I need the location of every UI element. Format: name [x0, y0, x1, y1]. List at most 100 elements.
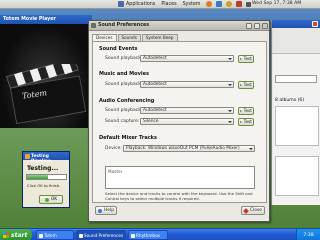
audio-conferencing-title: Audio Conferencing: [99, 98, 155, 104]
album-list[interactable]: [275, 106, 319, 146]
mixer-device-label: Device:: [105, 146, 122, 151]
network-launcher-icon[interactable]: [236, 1, 243, 7]
track-list[interactable]: [275, 156, 319, 196]
testing-titlebar[interactable]: Testing Pipeline: [23, 152, 69, 164]
close-button-label: Close: [250, 208, 262, 213]
window-icon: [131, 233, 135, 238]
taskbar: start Totem Sound Preferences Rhythmbox …: [0, 228, 320, 240]
test-button-label: Test: [243, 108, 252, 113]
ok-button[interactable]: OK: [39, 195, 63, 204]
conferencing-capture-select[interactable]: Silence: [140, 118, 234, 125]
mail-launcher-icon[interactable]: [216, 1, 223, 7]
browser-launcher-icon[interactable]: [206, 1, 213, 7]
music-movies-test-button[interactable]: Test: [238, 80, 254, 89]
sound-events-playback-select[interactable]: Autodetect: [140, 55, 234, 62]
testing-title: Testing Pipeline: [31, 153, 51, 164]
taskbar-item-totem[interactable]: Totem: [36, 230, 74, 240]
help-launcher-icon[interactable]: [226, 1, 233, 7]
tab-sounds[interactable]: Sounds: [117, 34, 141, 41]
sound-events-test-button[interactable]: Test: [238, 54, 254, 63]
close-icon[interactable]: [262, 23, 268, 29]
music-movies-playback-value: Autodetect: [143, 82, 167, 87]
sound-events-playback-label: Sound playback:: [105, 56, 143, 61]
close-button[interactable]: Close: [241, 206, 265, 215]
system-menu-label: System: [182, 1, 201, 7]
sound-prefs-tabs: Devices Sounds System Beep: [92, 34, 179, 42]
default-mixer-title: Default Mixer Tracks: [99, 135, 157, 141]
panel-clock[interactable]: Wed Sep 17, 7:38 AM: [252, 1, 301, 6]
conferencing-playback-test-button[interactable]: Test: [238, 106, 254, 115]
sound-events-title: Sound Events: [99, 46, 138, 52]
chevron-down-icon: [249, 147, 253, 150]
minimize-icon[interactable]: [246, 23, 252, 29]
taskbar-item-label: Sound Preferences: [84, 233, 124, 238]
mixer-track-item[interactable]: Master: [108, 169, 122, 174]
taskbar-item-rhythmbox[interactable]: Rhythmbox: [128, 230, 168, 240]
taskbar-item-label: Totem: [44, 233, 57, 238]
conferencing-capture-test-button[interactable]: Test: [238, 117, 254, 126]
gnome-foot-icon: [118, 1, 124, 7]
play-icon: [240, 57, 243, 60]
tab-system-beep[interactable]: System Beep: [141, 34, 178, 41]
mixer-hint-text: Select the device and tracks to control …: [105, 191, 253, 201]
places-menu[interactable]: Places: [161, 2, 176, 7]
play-icon: [240, 109, 243, 112]
devices-pane: Sound Events Sound playback: Autodetect …: [92, 41, 267, 203]
close-icon: [243, 207, 249, 214]
mixer-device-select[interactable]: Playback: Windows waveOut PCM (PulseAudi…: [123, 145, 255, 152]
system-tray[interactable]: 7:38: [296, 229, 320, 240]
chevron-down-icon: [228, 109, 232, 112]
mixer-device-value: Playback: Windows waveOut PCM (PulseAudi…: [126, 146, 240, 151]
rhythmbox-window: 8 albums (6): [271, 20, 320, 205]
conferencing-playback-label: Sound playback:: [105, 108, 143, 113]
taskbar-item-sound-preferences[interactable]: Sound Preferences: [76, 230, 126, 240]
help-button-label: Help: [103, 208, 114, 213]
testing-hint: Click OK to finish.: [27, 183, 61, 188]
maximize-icon[interactable]: [254, 23, 260, 29]
window-icon: [39, 233, 43, 238]
totem-titlebar[interactable]: Totem Movie Player: [0, 15, 92, 24]
music-movies-title: Music and Movies: [99, 71, 149, 77]
conferencing-capture-label: Sound capture:: [105, 119, 140, 124]
rhythmbox-search-input[interactable]: [275, 75, 317, 83]
start-button[interactable]: start: [0, 229, 32, 240]
volume-icon[interactable]: [246, 1, 251, 7]
testing-heading: Testing...: [27, 165, 59, 172]
totem-video-area[interactable]: Totem: [0, 24, 92, 128]
rhythmbox-toolbar: [272, 28, 320, 54]
applications-menu[interactable]: Applications: [118, 1, 155, 7]
play-icon: [240, 83, 243, 86]
places-menu-label: Places: [161, 1, 177, 7]
system-menu[interactable]: System: [183, 2, 201, 7]
play-icon: [240, 120, 243, 123]
testing-progress-bar: [26, 174, 67, 180]
chevron-down-icon: [228, 57, 232, 60]
taskbar-item-label: Rhythmbox: [136, 233, 160, 238]
sound-prefs-title: Sound Preferences: [98, 23, 150, 28]
test-button-label: Test: [243, 56, 252, 61]
help-button[interactable]: Help: [95, 206, 117, 215]
mixer-tracks-list[interactable]: Master: [105, 166, 255, 189]
sound-events-playback-value: Autodetect: [143, 56, 167, 61]
conferencing-playback-select[interactable]: Autodetect: [140, 107, 234, 114]
chevron-down-icon: [228, 83, 232, 86]
music-movies-playback-label: Sound playback:: [105, 82, 143, 87]
applications-menu-label: Applications: [126, 1, 156, 7]
albums-count-label: 8 albums (6): [275, 98, 305, 103]
music-movies-playback-select[interactable]: Autodetect: [140, 81, 234, 88]
totem-window: Totem Movie Player Totem: [0, 15, 92, 128]
chevron-down-icon: [228, 120, 232, 123]
sound-prefs-titlebar[interactable]: Sound Preferences: [89, 21, 269, 31]
rhythmbox-close-icon[interactable]: [312, 21, 318, 27]
speaker-icon: [91, 23, 96, 28]
window-icon: [79, 233, 83, 238]
windows-logo-icon: [3, 232, 9, 238]
testing-progress-fill: [27, 175, 49, 179]
gstreamer-icon: [25, 153, 30, 159]
test-button-label: Test: [243, 119, 252, 124]
totem-title: Totem Movie Player: [3, 17, 56, 22]
sound-preferences-dialog: Sound Preferences Devices Sounds System …: [88, 20, 270, 222]
start-button-label: start: [11, 231, 28, 239]
tray-clock: 7:38: [303, 232, 314, 238]
testing-pipeline-dialog: Testing Pipeline Testing... Click OK to …: [22, 151, 70, 208]
